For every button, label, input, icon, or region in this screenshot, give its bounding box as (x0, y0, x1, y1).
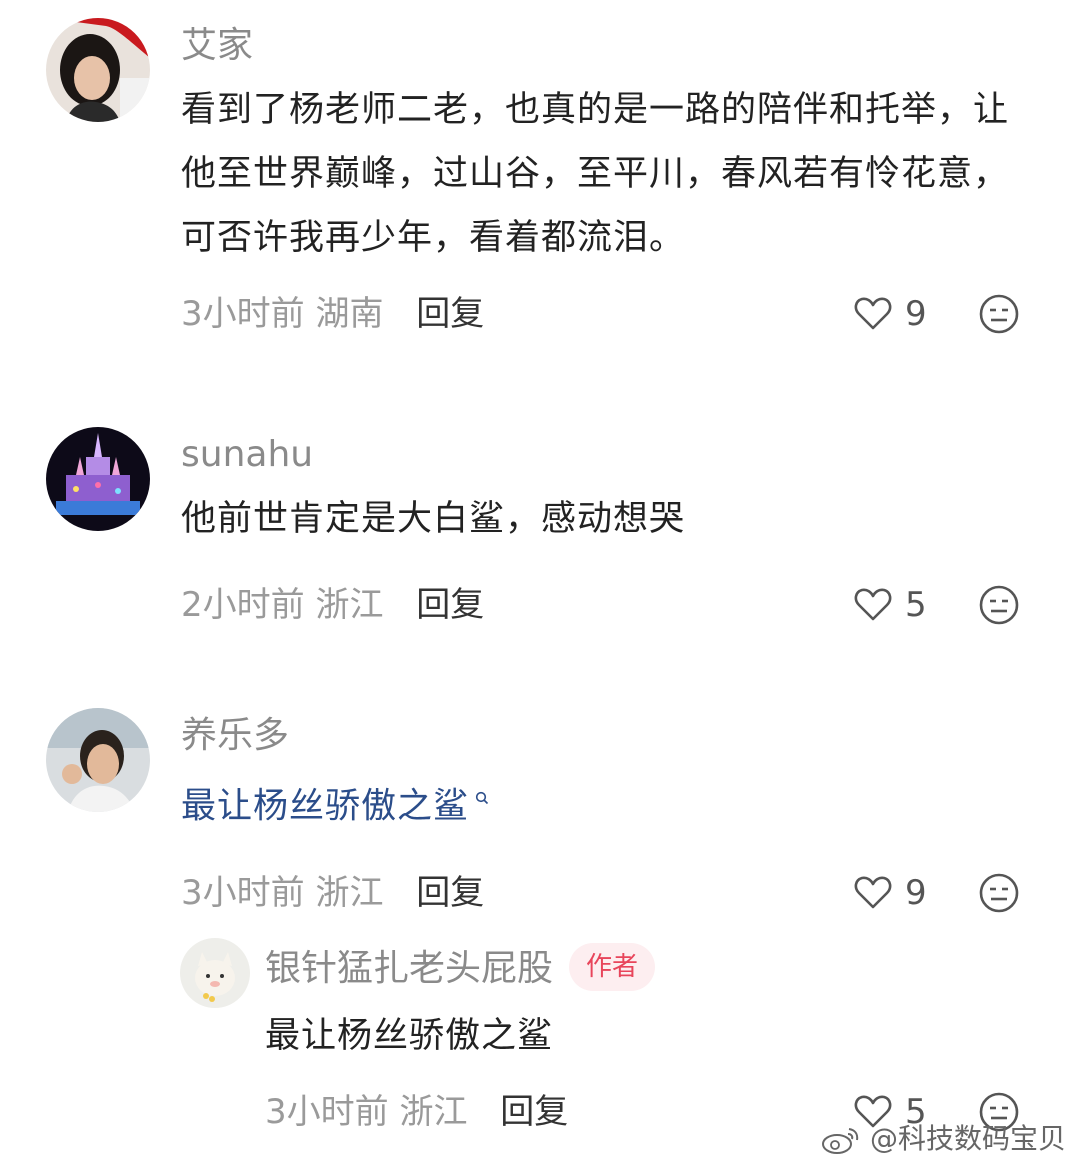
comment-text-link[interactable]: 最让杨丝骄傲之鲨 (181, 768, 1040, 839)
reply-button[interactable]: 回复 (500, 1092, 568, 1132)
username[interactable]: sunahu (181, 427, 1040, 483)
reply-button[interactable]: 回复 (416, 294, 484, 334)
comment-meta: 3小时前 湖南 回复 9 (181, 284, 1040, 344)
comment-time: 3小时前 (181, 294, 305, 334)
username[interactable]: 艾家 (181, 18, 1040, 74)
heart-icon (854, 876, 892, 908)
username: 银针猛扎老头屁股 作者 (265, 938, 1040, 1000)
heart-icon (854, 297, 892, 330)
comment-text: 看到了杨老师二老，也真的是一路的陪伴和托举，让他至世界巅峰，过山谷，至平川，春风… (181, 90, 1010, 258)
like-button[interactable]: 9 (853, 284, 963, 344)
username[interactable]: 养乐多 (181, 708, 1040, 764)
comment-location: 浙江 (399, 1092, 468, 1132)
weibo-logo-icon (822, 1128, 859, 1154)
comment-meta: 3小时前 浙江 回复 9 (181, 863, 1040, 923)
avatar[interactable] (46, 427, 150, 531)
author-badge: 作者 (569, 943, 656, 991)
comment-meta: 2小时前 浙江 回复 5 (181, 575, 1040, 635)
like-button[interactable]: 9 (853, 863, 963, 923)
comment-time: 3小时前 (181, 872, 305, 913)
like-count: 9 (905, 294, 927, 334)
watermark-text: @科技数码宝贝 (869, 1122, 1066, 1155)
reply-username[interactable]: 银针猛扎老头屁股 (265, 948, 553, 989)
comment-location: 浙江 (315, 872, 384, 913)
like-count: 5 (905, 585, 927, 625)
like-count: 9 (905, 872, 927, 913)
comment-time: 3小时前 (265, 1092, 389, 1132)
reply-button[interactable]: 回复 (416, 873, 484, 913)
search-icon (475, 768, 489, 832)
watermark: @科技数码宝贝 (821, 1117, 1066, 1157)
reply-button[interactable]: 回复 (416, 585, 484, 625)
emoji-meh-icon[interactable] (978, 293, 1020, 335)
comment-text: 最让杨丝骄傲之鲨 (265, 1016, 554, 1056)
avatar[interactable] (180, 938, 250, 1008)
emoji-meh-icon[interactable] (978, 872, 1020, 914)
avatar[interactable] (46, 18, 150, 122)
emoji-meh-icon[interactable] (978, 584, 1020, 626)
comment-text: 他前世肯定是大白鲨，感动想哭 (181, 499, 686, 539)
comment-location: 湖南 (315, 294, 384, 334)
comment-time: 2小时前 (181, 585, 305, 625)
like-button[interactable]: 5 (853, 575, 963, 635)
comment-location: 浙江 (315, 585, 384, 625)
search-link-text[interactable]: 最让杨丝骄傲之鲨 (181, 787, 469, 827)
avatar[interactable] (46, 708, 150, 812)
heart-icon (854, 588, 892, 621)
